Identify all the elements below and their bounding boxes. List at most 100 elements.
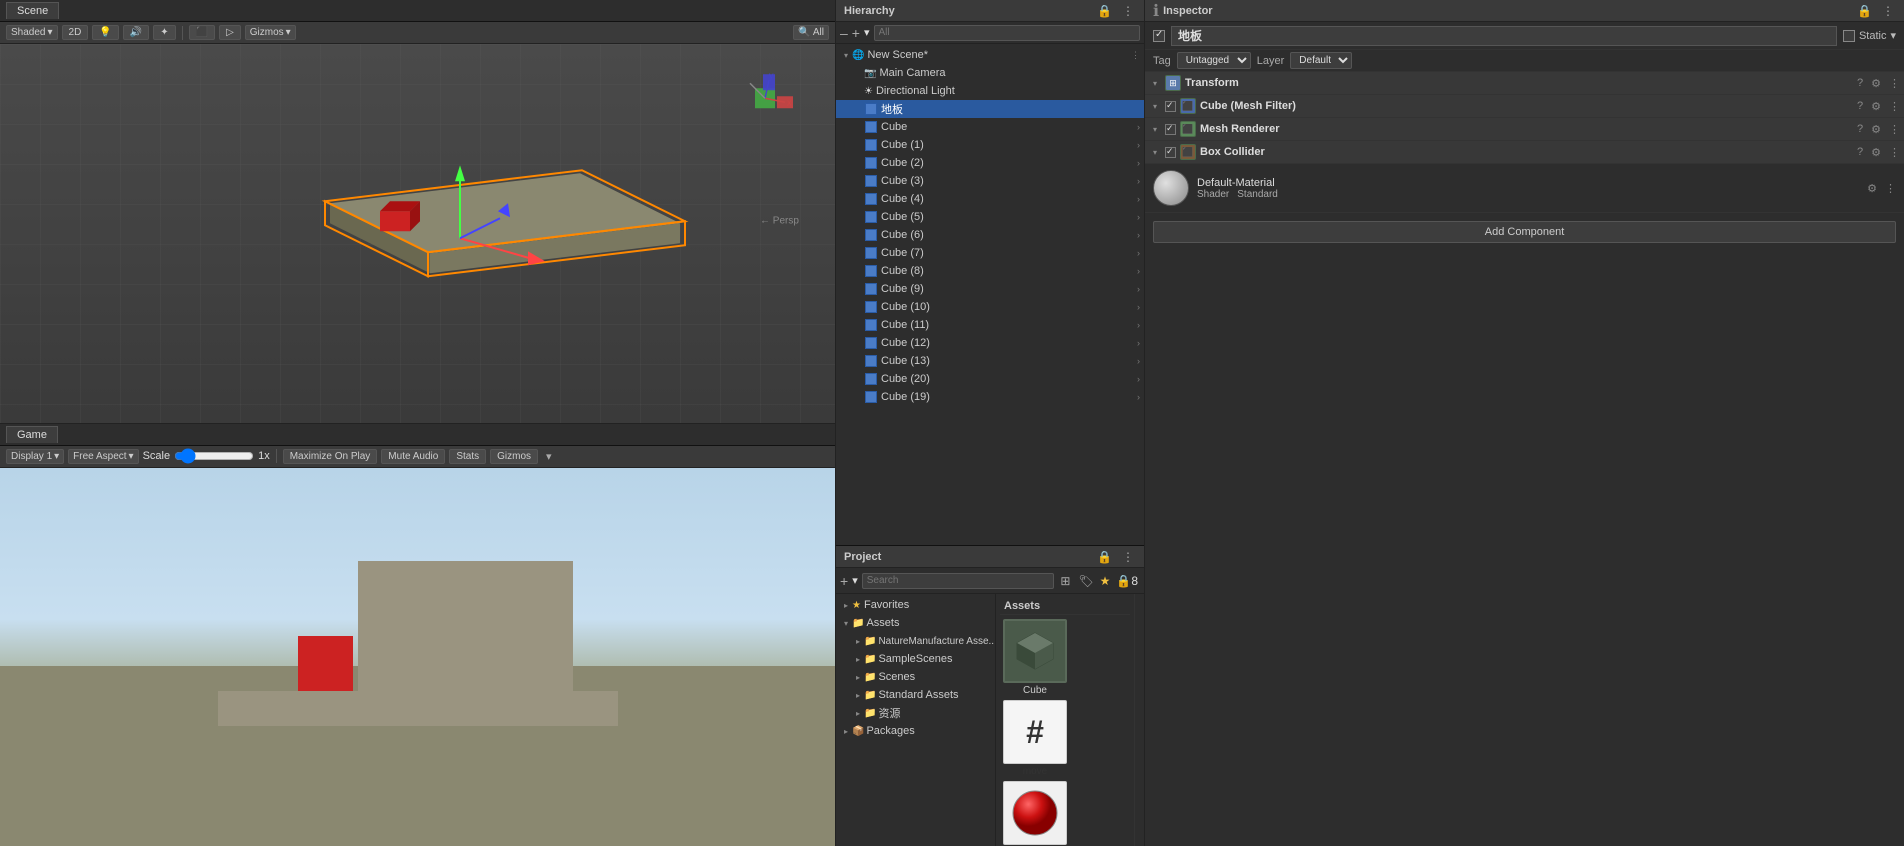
cube-icon-10 xyxy=(864,300,878,314)
transform-help-icon[interactable]: ? xyxy=(1857,77,1863,90)
folder-standard[interactable]: 📁 Standard Assets xyxy=(836,686,995,704)
hierarchy-search[interactable] xyxy=(874,25,1140,41)
box-collider-header[interactable]: ⬛ Box Collider ? ⚙ ⋮ xyxy=(1145,141,1904,163)
scene-tool1[interactable]: ⬛ xyxy=(189,25,215,40)
mesh-checkbox[interactable] xyxy=(1165,101,1176,112)
tree-item-light[interactable]: ☀ Directional Light xyxy=(836,82,1144,100)
mesh-help-icon[interactable]: ? xyxy=(1857,100,1863,113)
renderer-settings-icon[interactable]: ⚙ xyxy=(1871,123,1881,136)
tree-item-cube2[interactable]: Cube (2) › xyxy=(836,154,1144,172)
tree-item-floor[interactable]: 地板 xyxy=(836,100,1144,118)
mesh-filter-header[interactable]: ⬛ Cube (Mesh Filter) ? ⚙ ⋮ xyxy=(1145,95,1904,117)
tree-item-cube11[interactable]: Cube (11) › xyxy=(836,316,1144,334)
floor-label: 地板 xyxy=(881,101,903,117)
asset-cube[interactable]: Cube xyxy=(1000,619,1070,696)
tree-item-camera[interactable]: 📷 Main Camera xyxy=(836,64,1144,82)
asset-move[interactable]: # move xyxy=(1000,700,1070,777)
hierarchy-more-icon[interactable]: ⋮ xyxy=(1120,4,1136,18)
tree-item-cube7[interactable]: Cube (7) › xyxy=(836,244,1144,262)
renderer-help-icon[interactable]: ? xyxy=(1857,123,1863,136)
transform-more-icon[interactable]: ⋮ xyxy=(1889,77,1900,90)
project-tag-icon[interactable]: 🏷 xyxy=(1076,574,1095,588)
favorites-item[interactable]: ★ Favorites xyxy=(836,596,995,614)
tree-item-cube20[interactable]: Cube (20) › xyxy=(836,370,1144,388)
inspector-more-icon[interactable]: ⋮ xyxy=(1880,4,1896,18)
renderer-more-icon[interactable]: ⋮ xyxy=(1889,123,1900,136)
asset-redball[interactable]: RedBall xyxy=(1000,781,1070,846)
gizmos-dropdown[interactable]: Gizmos ▾ xyxy=(245,25,296,40)
mesh-more-icon[interactable]: ⋮ xyxy=(1889,100,1900,113)
project-star-icon[interactable]: ★ xyxy=(1100,574,1111,588)
hierarchy-plus[interactable]: + xyxy=(852,25,860,41)
hierarchy-minus[interactable]: – xyxy=(840,25,848,41)
shader-value[interactable]: Standard xyxy=(1237,189,1278,200)
collider-more-icon[interactable]: ⋮ xyxy=(1889,146,1900,159)
transform-header[interactable]: ⊞ Transform ? ⚙ ⋮ xyxy=(1145,72,1904,94)
mesh-renderer-header[interactable]: ⬛ Mesh Renderer ? ⚙ ⋮ xyxy=(1145,118,1904,140)
material-name[interactable]: Default-Material xyxy=(1197,177,1859,189)
mesh-settings-icon[interactable]: ⚙ xyxy=(1871,100,1881,113)
tree-item-cube9[interactable]: Cube (9) › xyxy=(836,280,1144,298)
mute-button[interactable]: Mute Audio xyxy=(381,449,445,464)
tree-item-cube3[interactable]: Cube (3) › xyxy=(836,172,1144,190)
stats-button[interactable]: Stats xyxy=(449,449,486,464)
folder-nature[interactable]: 📁 NatureManufacture Asse... xyxy=(836,632,995,650)
audio-toggle[interactable]: 🔊 xyxy=(123,25,149,40)
tree-item-cube5[interactable]: Cube (5) › xyxy=(836,208,1144,226)
material-more-icon[interactable]: ⋮ xyxy=(1885,182,1896,195)
renderer-checkbox[interactable] xyxy=(1165,124,1176,135)
tree-item-scene[interactable]: 🌐 New Scene* ⋮ xyxy=(836,46,1144,64)
scale-slider[interactable] xyxy=(174,451,254,461)
tree-item-cube6[interactable]: Cube (6) › xyxy=(836,226,1144,244)
game-gizmos-button[interactable]: Gizmos xyxy=(490,449,538,464)
display-dropdown[interactable]: Display 1 ▾ xyxy=(6,449,64,464)
scene-view[interactable]: x y ← Persp xyxy=(0,44,835,424)
static-checkbox[interactable] xyxy=(1843,30,1855,42)
folder-resources[interactable]: 📁 资源 xyxy=(836,704,995,722)
static-dropdown[interactable]: ▾ xyxy=(1890,29,1896,42)
game-canvas[interactable] xyxy=(0,468,835,846)
fx-toggle[interactable]: ✦ xyxy=(153,25,175,40)
tree-item-cube4[interactable]: Cube (4) › xyxy=(836,190,1144,208)
tree-item-cube10[interactable]: Cube (10) › xyxy=(836,298,1144,316)
tag-dropdown[interactable]: Untagged xyxy=(1177,52,1251,69)
all-dropdown[interactable]: 🔍 All xyxy=(793,25,829,40)
project-more-icon[interactable]: ⋮ xyxy=(1120,550,1136,564)
hierarchy-lock-icon[interactable]: 🔒 xyxy=(1095,4,1114,18)
add-component-button[interactable]: Add Component xyxy=(1153,221,1896,243)
tree-item-cube12[interactable]: Cube (12) › xyxy=(836,334,1144,352)
tab-game[interactable]: Game xyxy=(6,426,58,443)
collider-help-icon[interactable]: ? xyxy=(1857,146,1863,159)
shading-dropdown[interactable]: Shaded ▾ xyxy=(6,25,58,40)
mode-2d-button[interactable]: 2D xyxy=(62,25,89,40)
tree-item-cube8[interactable]: Cube (8) › xyxy=(836,262,1144,280)
project-plus[interactable]: + xyxy=(840,573,848,589)
tree-item-cube19[interactable]: Cube (19) › xyxy=(836,388,1144,406)
project-filter-icon[interactable]: ⊞ xyxy=(1058,574,1072,588)
folder-scenes[interactable]: 📁 Scenes xyxy=(836,668,995,686)
tree-item-cube1[interactable]: Cube (1) › xyxy=(836,136,1144,154)
collider-checkbox[interactable] xyxy=(1165,147,1176,158)
collider-settings-icon[interactable]: ⚙ xyxy=(1871,146,1881,159)
material-settings-icon[interactable]: ⚙ xyxy=(1867,182,1877,195)
inspector-lock-icon[interactable]: 🔒 xyxy=(1855,4,1874,18)
tab-scene[interactable]: Scene xyxy=(6,2,59,19)
scene-more[interactable]: ⋮ xyxy=(1131,50,1140,61)
folder-sample[interactable]: 📁 SampleScenes xyxy=(836,650,995,668)
scene-tool2[interactable]: ▷ xyxy=(219,25,241,40)
game-more-icon[interactable]: ▾ xyxy=(546,450,552,463)
maximize-button[interactable]: Maximize On Play xyxy=(283,449,378,464)
layer-dropdown[interactable]: Default xyxy=(1290,52,1352,69)
object-active-checkbox[interactable] xyxy=(1153,30,1165,42)
object-name-input[interactable] xyxy=(1171,26,1837,46)
project-lock-icon[interactable]: 🔒 xyxy=(1095,550,1114,564)
aspect-dropdown[interactable]: Free Aspect ▾ xyxy=(68,449,138,464)
tree-item-cube[interactable]: Cube › xyxy=(836,118,1144,136)
transform-settings-icon[interactable]: ⚙ xyxy=(1871,77,1881,90)
tree-item-cube13[interactable]: Cube (13) › xyxy=(836,352,1144,370)
project-search[interactable] xyxy=(862,573,1055,589)
light-toggle[interactable]: 💡 xyxy=(92,25,118,40)
folder-assets[interactable]: 📁 Assets xyxy=(836,614,995,632)
folder-packages[interactable]: 📦 Packages xyxy=(836,722,995,740)
project-scrollbar[interactable] xyxy=(1134,594,1144,846)
